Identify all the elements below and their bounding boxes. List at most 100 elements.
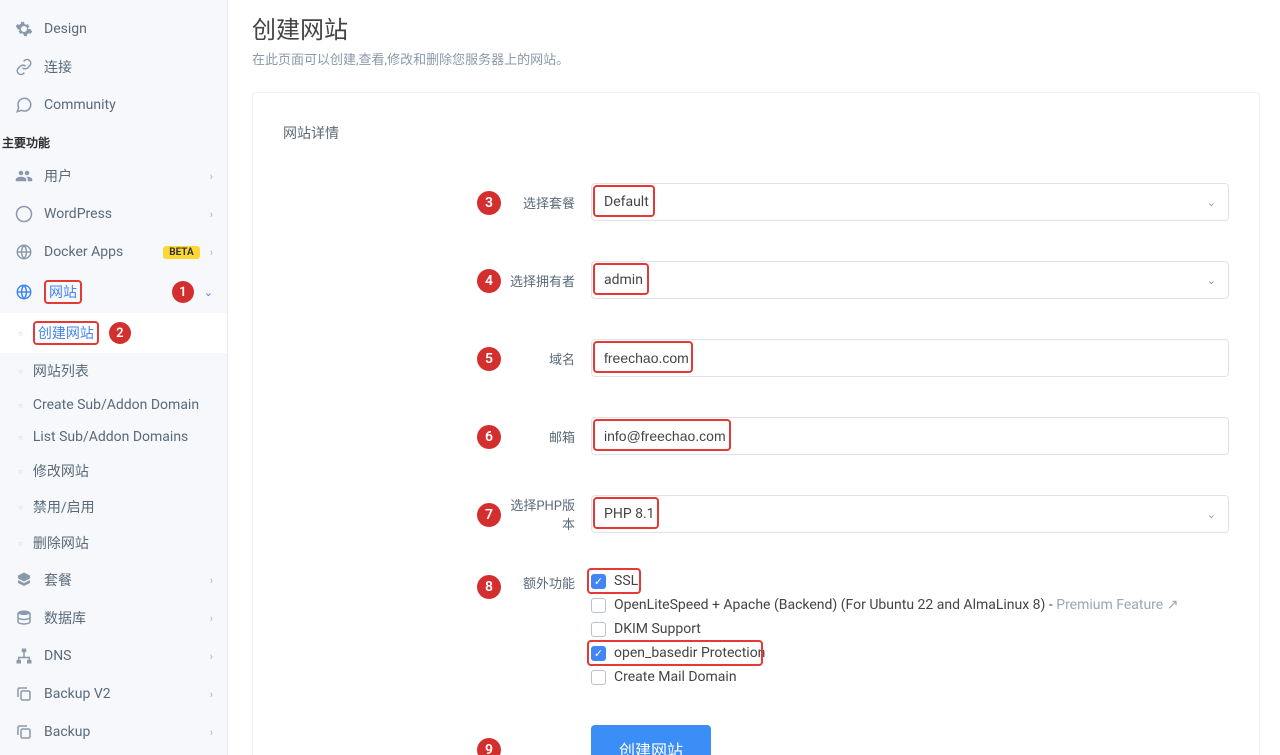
main-content: 创建网站 在此页面可以创建,查看,修改和删除您服务器上的网站。 网站详情 3 选… [228,0,1280,755]
chevron-right-icon: › [210,650,213,663]
form-card: 网站详情 3 选择套餐 Default ⌄ 4 选择拥有者 [252,92,1260,755]
submit-button[interactable]: 创建网站 [591,725,711,755]
users-icon [14,166,34,186]
annotation-badge-3: 3 [477,191,501,215]
sidebar-item-label: Community [44,97,213,113]
annotation-badge-8: 8 [477,575,501,599]
chevron-right-icon: › [210,726,213,739]
gear-icon [14,19,34,39]
chevron-down-icon: ⌄ [1207,508,1216,521]
premium-label: Premium Feature [1056,597,1163,613]
boxes-icon [14,570,34,590]
sidebar-item-label: 网站 [44,280,82,304]
sidebar-item-community[interactable]: Community [0,86,227,124]
select-owner[interactable]: admin ⌄ [591,261,1229,299]
field-email: 6 邮箱 [283,417,1229,455]
sidebar-item-docker[interactable]: Docker Apps BETA › [0,233,227,271]
sidebar-item-backup[interactable]: Backup › [0,713,227,751]
check-ssl[interactable]: ✓ SSL [591,573,1229,589]
input-email[interactable] [591,417,1229,455]
sidebar-item-packages[interactable]: 套餐 › [0,561,227,599]
checkbox-icon: ✓ [591,574,606,589]
sidebar-item-label: 连接 [44,57,213,77]
annotation-badge-4: 4 [477,269,501,293]
check-dkim[interactable]: DKIM Support [591,621,1229,637]
annotation-badge-6: 6 [477,425,501,449]
external-link-icon: ↗ [1167,597,1179,613]
select-php[interactable]: PHP 8.1 ⌄ [591,495,1229,533]
check-mail-domain[interactable]: Create Mail Domain [591,669,1229,685]
check-label: open_basedir Protection [614,645,765,661]
field-php: 7 选择PHP版本 PHP 8.1 ⌄ [283,495,1229,533]
chevron-down-icon: ⌄ [1207,196,1216,209]
annotation-badge-7: 7 [477,503,501,527]
beta-badge: BETA [163,246,200,259]
wordpress-icon [14,204,34,224]
checkbox-icon [591,598,606,613]
subitem-label: List Sub/Addon Domains [33,429,188,445]
subitem-modify-website[interactable]: 修改网站 [0,453,227,489]
field-package: 3 选择套餐 Default ⌄ [283,183,1229,221]
sidebar-item-wordpress[interactable]: WordPress › [0,195,227,233]
sidebar-item-label: 用户 [44,166,210,186]
section-header-main: 主要功能 [0,124,227,157]
checkbox-icon [591,622,606,637]
select-value: PHP 8.1 [604,506,655,522]
check-ols[interactable]: OpenLiteSpeed + Apache (Backend) (For Ub… [591,597,1229,613]
chevron-right-icon: › [210,688,213,701]
sidebar-item-website[interactable]: 网站 1 ⌄ [0,271,227,313]
sidebar-item-incremental-backup[interactable]: Incremental Backup › [0,751,227,755]
field-owner: 4 选择拥有者 admin ⌄ [283,261,1229,299]
select-value: Default [604,194,649,210]
sidebar-item-label: Docker Apps [44,244,163,260]
globe-icon [14,282,34,302]
chevron-right-icon: › [210,612,213,625]
sidebar-item-label: DNS [44,648,210,664]
database-icon [14,608,34,628]
field-extra: 8 额外功能 ✓ SSL OpenLiteSpeed + Apache (Bac… [283,573,1229,685]
sidebar-item-label: Design [44,21,213,37]
select-package[interactable]: Default ⌄ [591,183,1229,221]
subitem-label: 网站列表 [33,361,89,381]
subitem-label: 修改网站 [33,461,89,481]
chevron-right-icon: › [210,246,213,259]
chevron-right-icon: › [210,208,213,221]
subitem-label: 创建网站 [33,321,99,345]
subitem-label: Create Sub/Addon Domain [33,397,199,413]
subitem-delete-website[interactable]: 删除网站 [0,525,227,561]
link-icon [14,57,34,77]
subitem-list-websites[interactable]: 网站列表 [0,353,227,389]
page-title: 创建网站 [252,10,1260,45]
sidebar-item-label: 套餐 [44,570,210,590]
checkbox-icon: ✓ [591,646,606,661]
sidebar-item-connect[interactable]: 连接 [0,48,227,86]
chevron-right-icon: › [210,170,213,183]
field-label: 邮箱 [501,427,591,446]
sidebar-item-database[interactable]: 数据库 › [0,599,227,637]
sidebar-item-label: Backup [44,724,210,740]
sidebar-item-backup-v2[interactable]: Backup V2 › [0,675,227,713]
sitemap-icon [14,646,34,666]
annotation-badge-2: 2 [109,322,131,344]
check-label: OpenLiteSpeed + Apache (Backend) (For Ub… [614,597,1178,613]
page-subtitle: 在此页面可以创建,查看,修改和删除您服务器上的网站。 [252,49,1260,68]
subitem-label: 删除网站 [33,533,89,553]
subitem-disable-enable[interactable]: 禁用/启用 [0,489,227,525]
sidebar-item-users[interactable]: 用户 › [0,157,227,195]
field-label: 选择PHP版本 [501,495,591,533]
field-label: 域名 [501,349,591,368]
subitem-create-subdomain[interactable]: Create Sub/Addon Domain [0,389,227,421]
field-label: 选择套餐 [501,193,591,212]
check-label: DKIM Support [614,621,701,637]
field-label: 额外功能 [501,573,591,592]
field-submit: 9 创建网站 自由超freechao.com [283,725,1229,755]
sidebar-item-design[interactable]: Design [0,10,227,48]
field-label: 选择拥有者 [501,271,591,290]
subitem-create-website[interactable]: 创建网站 2 [0,313,227,353]
input-domain[interactable] [591,339,1229,377]
sidebar-item-dns[interactable]: DNS › [0,637,227,675]
subitem-list-subdomains[interactable]: List Sub/Addon Domains [0,421,227,453]
check-label: SSL [614,573,638,589]
field-domain: 5 域名 [283,339,1229,377]
check-openbasedir[interactable]: ✓ open_basedir Protection [591,645,1229,661]
